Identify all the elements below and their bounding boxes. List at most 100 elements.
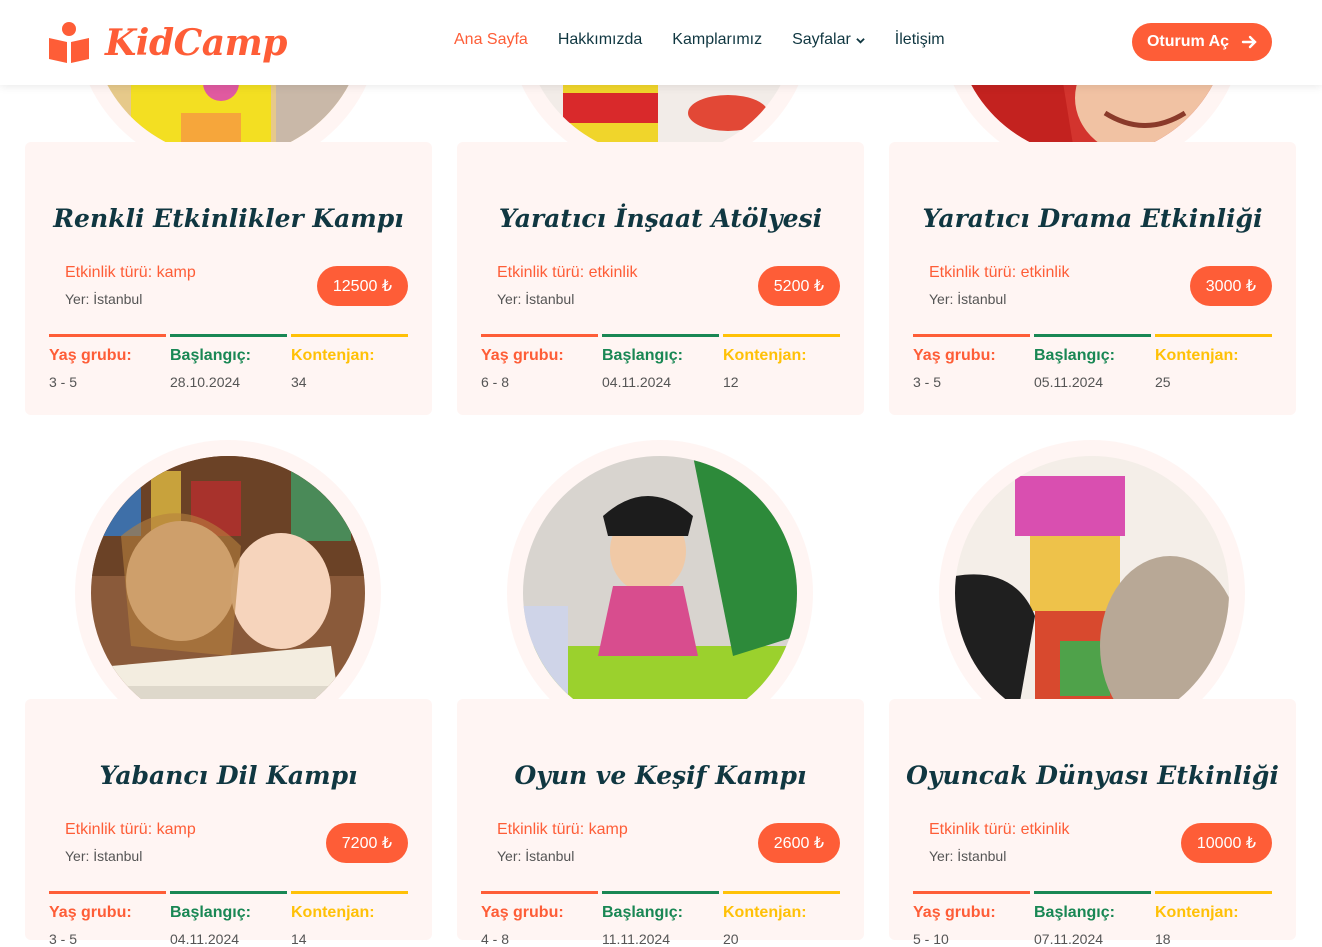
camp-price-badge: 7200 ₺ <box>325 823 408 863</box>
stat-age-label: Yaş grubu: <box>481 347 564 364</box>
login-button-label: Oturum Aç <box>1146 33 1230 50</box>
stat-age-value: 5 - 10 <box>913 931 949 947</box>
camp-type: Etkinlik türü: etkinlik <box>497 264 638 281</box>
nav-contact[interactable]: İletişim <box>895 31 945 49</box>
login-button[interactable]: Oturum Aç <box>1132 23 1272 61</box>
brand-name: KidCamp <box>105 22 287 64</box>
stat-capacity-label: Kontenjan: <box>291 347 375 364</box>
stat-age-label: Yaş grubu: <box>49 347 132 364</box>
brand-logo[interactable]: KidCamp <box>47 18 287 68</box>
camp-card: Oyun ve Keşif Kampı Etkinlik türü: kamp … <box>457 699 864 947</box>
camp-price-badge: 3000 ₺ <box>1189 266 1272 306</box>
stat-capacity-label: Kontenjan: <box>291 904 375 921</box>
stat-capacity: Kontenjan: 18 <box>1155 891 1272 947</box>
stat-capacity: Kontenjan: 34 <box>291 334 408 390</box>
stat-capacity-value: 25 <box>1155 374 1171 390</box>
camp-title[interactable]: Yabancı Dil Kampı <box>25 761 432 790</box>
stat-start-value: 04.11.2024 <box>170 931 240 947</box>
camp-title[interactable]: Oyuncak Dünyası Etkinliği <box>889 761 1296 790</box>
camp-price-badge: 10000 ₺ <box>1180 823 1272 863</box>
camp-stats: Yaş grubu: 5 - 10 Başlangıç: 07.11.2024 Ko… <box>913 891 1272 947</box>
stat-age-value: 6 - 8 <box>481 374 510 390</box>
stat-capacity-label: Kontenjan: <box>1155 904 1239 921</box>
chevron-down-icon <box>856 37 865 44</box>
stat-start: Başlangıç: 28.10.2024 <box>170 334 287 390</box>
stat-age-value: 4 - 8 <box>481 931 510 947</box>
camp-price-badge: 2600 ₺ <box>757 823 840 863</box>
camp-title[interactable]: Oyun ve Keşif Kampı <box>457 761 864 790</box>
camp-stats: Yaş grubu: 3 - 5 Başlangıç: 04.11.2024 Kon… <box>49 891 408 947</box>
stat-capacity-label: Kontenjan: <box>1155 347 1239 364</box>
stat-start-value: 04.11.2024 <box>602 374 672 390</box>
camp-stats: Yaş grubu: 4 - 8 Başlangıç: 11.11.2024 Kon… <box>481 891 840 947</box>
camp-photo[interactable] <box>523 456 797 730</box>
stat-start: Başlangıç: 07.11.2024 <box>1034 891 1151 947</box>
stat-age-label: Yaş grubu: <box>913 347 996 364</box>
stat-age-label: Yaş grubu: <box>481 904 564 921</box>
camp-location: Yer: İstanbul <box>497 848 575 864</box>
camp-location: Yer: İstanbul <box>929 848 1007 864</box>
stat-start-label: Başlangıç: <box>602 347 683 364</box>
stat-capacity-label: Kontenjan: <box>723 347 807 364</box>
stat-age: Yaş grubu: 3 - 5 <box>913 334 1030 390</box>
main-nav: Ana Sayfa Hakkımızda Kamplarımız Sayfala… <box>454 31 975 49</box>
camp-price-badge: 12500 ₺ <box>316 266 408 306</box>
stat-capacity-value: 12 <box>723 374 739 390</box>
stat-start-label: Başlangıç: <box>1034 904 1115 921</box>
nav-home[interactable]: Ana Sayfa <box>454 31 528 49</box>
camp-photo[interactable] <box>91 456 365 730</box>
camp-card: Yaratıcı Drama Etkinliği Etkinlik türü: … <box>889 142 1296 415</box>
nav-camps[interactable]: Kamplarımız <box>672 31 762 49</box>
stat-start: Başlangıç: 05.11.2024 <box>1034 334 1151 390</box>
stat-start: Başlangıç: 04.11.2024 <box>602 334 719 390</box>
stat-capacity-value: 20 <box>723 931 739 947</box>
camp-card: Yaratıcı İnşaat Atölyesi Etkinlik türü: … <box>457 142 864 415</box>
stat-start-label: Başlangıç: <box>1034 347 1115 364</box>
stat-capacity-label: Kontenjan: <box>723 904 807 921</box>
camp-location: Yer: İstanbul <box>929 291 1007 307</box>
stat-capacity: Kontenjan: 12 <box>723 334 840 390</box>
camp-title[interactable]: Renkli Etkinlikler Kampı <box>25 204 432 233</box>
stat-capacity: Kontenjan: 20 <box>723 891 840 947</box>
stat-age: Yaş grubu: 3 - 5 <box>49 891 166 947</box>
camp-card: Renkli Etkinlikler Kampı Etkinlik türü: … <box>25 142 432 415</box>
book-reader-icon <box>47 21 91 65</box>
camp-location: Yer: İstanbul <box>497 291 575 307</box>
stat-capacity: Kontenjan: 14 <box>291 891 408 947</box>
camp-location: Yer: İstanbul <box>65 848 143 864</box>
stat-age: Yaş grubu: 3 - 5 <box>49 334 166 390</box>
camp-card: Yabancı Dil Kampı Etkinlik türü: kamp Ye… <box>25 699 432 947</box>
stat-age-label: Yaş grubu: <box>913 904 996 921</box>
nav-pages-dropdown[interactable]: Sayfalar <box>792 31 865 49</box>
stat-start-value: 05.11.2024 <box>1034 374 1104 390</box>
stat-start-label: Başlangıç: <box>602 904 683 921</box>
navbar: KidCamp Ana Sayfa Hakkımızda Kamplarımız… <box>0 0 1322 85</box>
stat-start-value: 07.11.2024 <box>1034 931 1104 947</box>
stat-age-value: 3 - 5 <box>913 374 942 390</box>
camp-type: Etkinlik türü: etkinlik <box>929 821 1070 838</box>
stat-capacity-value: 34 <box>291 374 307 390</box>
arrow-right-icon <box>1241 35 1257 49</box>
stat-start-value: 11.11.2024 <box>602 931 670 947</box>
camp-type: Etkinlik türü: kamp <box>65 264 196 281</box>
stat-capacity-value: 14 <box>291 931 307 947</box>
camp-stats: Yaş grubu: 6 - 8 Başlangıç: 04.11.2024 Kon… <box>481 334 840 390</box>
camp-type: Etkinlik türü: etkinlik <box>929 264 1070 281</box>
stat-capacity-value: 18 <box>1155 931 1171 947</box>
stat-start: Başlangıç: 11.11.2024 <box>602 891 719 947</box>
camp-stats: Yaş grubu: 3 - 5 Başlangıç: 05.11.2024 Kon… <box>913 334 1272 390</box>
stat-age-value: 3 - 5 <box>49 931 78 947</box>
stat-start-label: Başlangıç: <box>170 904 251 921</box>
camp-type: Etkinlik türü: kamp <box>65 821 196 838</box>
camp-title[interactable]: Yaratıcı Drama Etkinliği <box>889 204 1296 233</box>
camp-title[interactable]: Yaratıcı İnşaat Atölyesi <box>457 204 864 233</box>
stat-age: Yaş grubu: 6 - 8 <box>481 334 598 390</box>
stat-start-value: 28.10.2024 <box>170 374 241 390</box>
camp-photo[interactable] <box>955 456 1229 730</box>
stat-age-label: Yaş grubu: <box>49 904 132 921</box>
nav-pages-label: Sayfalar <box>792 31 851 48</box>
camp-stats: Yaş grubu: 3 - 5 Başlangıç: 28.10.2024 Kon… <box>49 334 408 390</box>
camp-price-badge: 5200 ₺ <box>757 266 840 306</box>
nav-about[interactable]: Hakkımızda <box>558 31 642 49</box>
stat-capacity: Kontenjan: 25 <box>1155 334 1272 390</box>
